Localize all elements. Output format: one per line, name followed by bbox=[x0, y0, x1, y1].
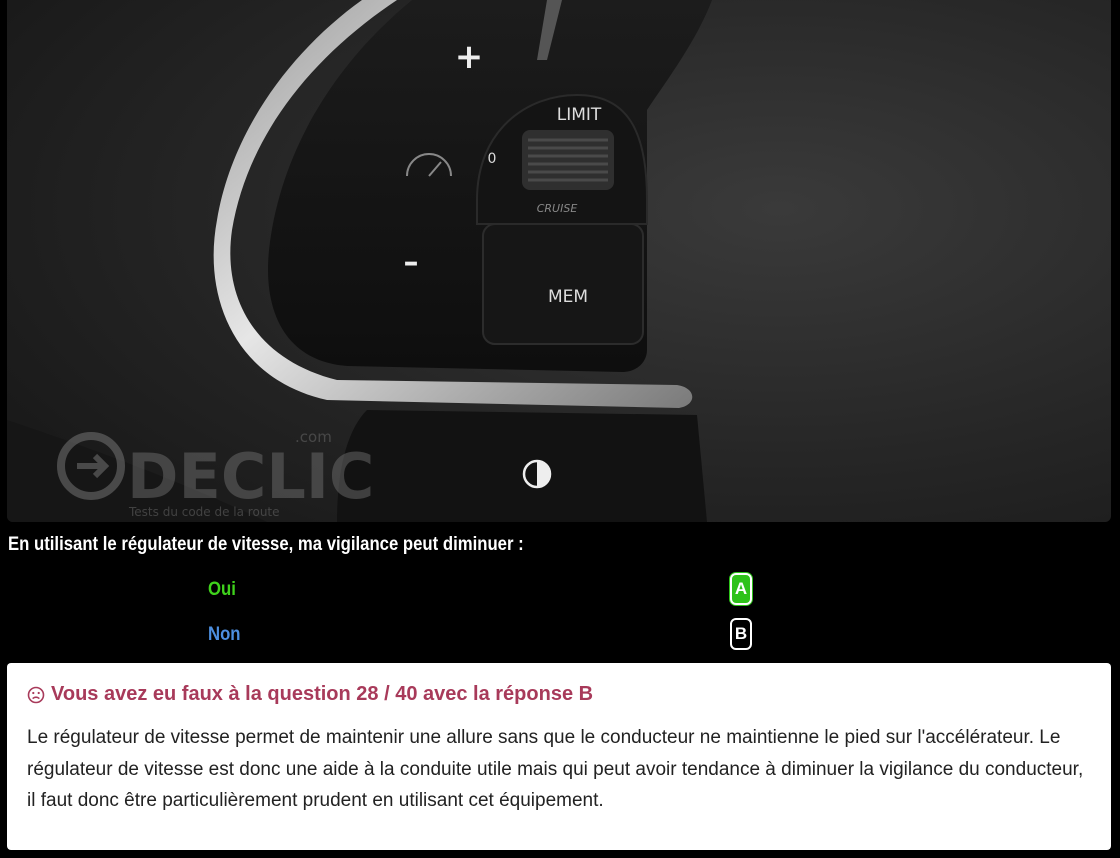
sad-face-icon bbox=[27, 686, 45, 703]
cruise-label: CRUISE bbox=[537, 202, 578, 215]
answer-label-oui: Oui bbox=[208, 579, 236, 600]
answer-row-oui[interactable]: Oui A bbox=[0, 573, 1120, 607]
watermark-suffix: .com bbox=[295, 428, 332, 446]
watermark-brand: DECLIC bbox=[127, 440, 374, 513]
plus-label: + bbox=[455, 37, 484, 77]
watermark-tagline: Tests du code de la route bbox=[128, 505, 280, 519]
limit-label: LIMIT bbox=[557, 105, 602, 125]
question-text: En utilisant le régulateur de vitesse, m… bbox=[8, 534, 524, 555]
answer-key-b[interactable]: B bbox=[730, 618, 752, 650]
answer-row-non[interactable]: Non B bbox=[0, 618, 1120, 652]
result-panel: Vous avez eu faux à la question 28 / 40 … bbox=[7, 663, 1111, 850]
zero-label: 0 bbox=[488, 151, 497, 167]
answer-label-non: Non bbox=[208, 624, 241, 645]
result-title-row: Vous avez eu faux à la question 28 / 40 … bbox=[27, 683, 1091, 706]
minus-label: – bbox=[404, 245, 419, 280]
answer-key-a[interactable]: A bbox=[730, 573, 752, 605]
question-image: + – LIMIT 0 CRUISE MEM DECLIC .com Tests… bbox=[7, 0, 1111, 522]
result-explanation: Le régulateur de vitesse permet de maint… bbox=[27, 727, 1084, 811]
mem-label: MEM bbox=[548, 287, 588, 307]
result-title: Vous avez eu faux à la question 28 / 40 … bbox=[51, 683, 594, 705]
